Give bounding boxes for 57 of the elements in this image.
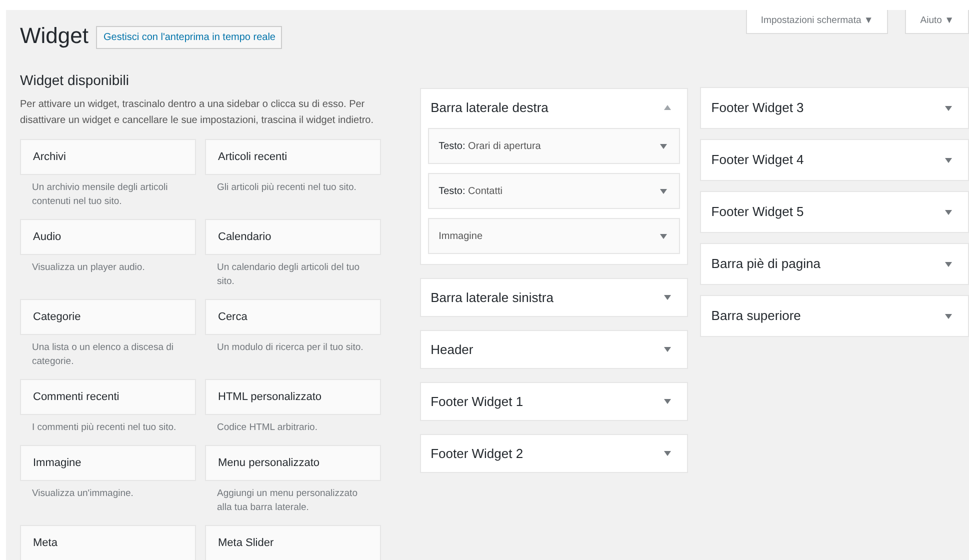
widget-item[interactable]: Archivi xyxy=(20,139,196,175)
expand-arrow-icon[interactable] xyxy=(945,106,952,110)
sidebar-title[interactable]: Header xyxy=(430,340,474,360)
widget-item[interactable]: Immagine xyxy=(20,445,196,481)
sidebar-widget-title: Testo: Contatti xyxy=(438,184,503,198)
section-heading: Widget disponibili xyxy=(20,71,130,90)
section-description: Per attivare un widget, trascinalo dentro a una sidebar o clicca su di esso. Per disattivare un widget e cancellare le sue impostazioni, trascina il widget indietro. xyxy=(20,98,375,128)
widget-item[interactable]: Meta xyxy=(20,525,196,560)
widget-item[interactable]: Audio xyxy=(20,219,196,255)
expand-arrow-icon[interactable] xyxy=(945,262,952,266)
widget-description: Gli articoli più recenti nel tuo sito. xyxy=(216,181,358,195)
sidebar-widget[interactable]: Testo: Orari di apertura xyxy=(428,128,680,164)
live-preview-button[interactable]: Gestisci con l'anteprima in tempo reale xyxy=(96,26,282,48)
sidebar-title[interactable]: Barra piè di pagina xyxy=(711,254,820,274)
widget-item[interactable]: Categorie xyxy=(20,299,196,335)
expand-arrow-icon[interactable] xyxy=(664,295,672,300)
widget-description: Codice HTML arbitrario. xyxy=(216,421,318,435)
widget-description: Aggiungi un menu personalizzato alla tua barra laterale. xyxy=(216,487,358,515)
widget-item[interactable]: Commenti recenti xyxy=(20,379,196,415)
expand-arrow-icon[interactable] xyxy=(660,144,668,148)
widget-item[interactable]: Calendario xyxy=(205,219,381,255)
page-title: Widget xyxy=(20,22,88,50)
widget-description: Visualizza un player audio. xyxy=(31,261,146,275)
sidebar-widget[interactable]: Immagine xyxy=(428,218,680,254)
expand-arrow-icon[interactable] xyxy=(664,347,672,352)
expand-arrow-icon[interactable] xyxy=(660,188,668,194)
help-button[interactable]: Aiuto ▼ xyxy=(905,10,969,34)
widget-item[interactable]: Menu personalizzato xyxy=(205,445,381,481)
expand-arrow-icon[interactable] xyxy=(945,158,952,162)
widget-description: Visualizza un'immagine. xyxy=(31,487,134,501)
widget-item[interactable]: HTML personalizzato xyxy=(205,379,381,415)
sidebar-widget-title: Testo: Orari di apertura xyxy=(438,140,541,154)
widget-description: Un modulo di ricerca per il tuo sito. xyxy=(216,341,364,355)
sidebar-widget[interactable]: Testo: Contatti xyxy=(428,173,680,209)
expand-arrow-icon[interactable] xyxy=(664,451,672,456)
widget-item[interactable]: Meta Slider xyxy=(205,525,381,560)
sidebar-title[interactable]: Barra superiore xyxy=(711,306,801,326)
sidebar-title[interactable]: Barra laterale destra xyxy=(430,98,548,118)
widget-description: Un archivio mensile degli articoli contenuti nel tuo sito. xyxy=(31,181,169,209)
sidebar-title[interactable]: Footer Widget 3 xyxy=(711,98,804,118)
sidebar-title[interactable]: Footer Widget 1 xyxy=(430,392,524,412)
widget-description: Un calendario degli articoli del tuo sito. xyxy=(216,261,361,289)
widget-description: Una lista o un elenco a discesa di categorie. xyxy=(31,341,175,369)
widget-item[interactable]: Articoli recenti xyxy=(205,139,381,175)
sidebar-title[interactable]: Footer Widget 2 xyxy=(430,444,524,464)
expand-arrow-icon[interactable] xyxy=(660,234,668,238)
expand-arrow-icon[interactable] xyxy=(945,210,952,214)
expand-arrow-icon[interactable] xyxy=(664,399,672,404)
expand-arrow-icon[interactable] xyxy=(945,314,952,318)
sidebar-title[interactable]: Footer Widget 4 xyxy=(711,150,804,170)
sidebar-widget-title: Immagine xyxy=(438,230,482,244)
screen-options-button[interactable]: Impostazioni schermata ▼ xyxy=(746,10,888,34)
sidebar-title[interactable]: Barra laterale sinistra xyxy=(430,288,554,308)
widget-description: I commenti più recenti nel tuo sito. xyxy=(31,421,178,435)
sidebar-title[interactable]: Footer Widget 5 xyxy=(711,202,804,222)
widget-item[interactable]: Cerca xyxy=(205,299,381,335)
collapse-arrow-icon[interactable] xyxy=(664,105,672,110)
